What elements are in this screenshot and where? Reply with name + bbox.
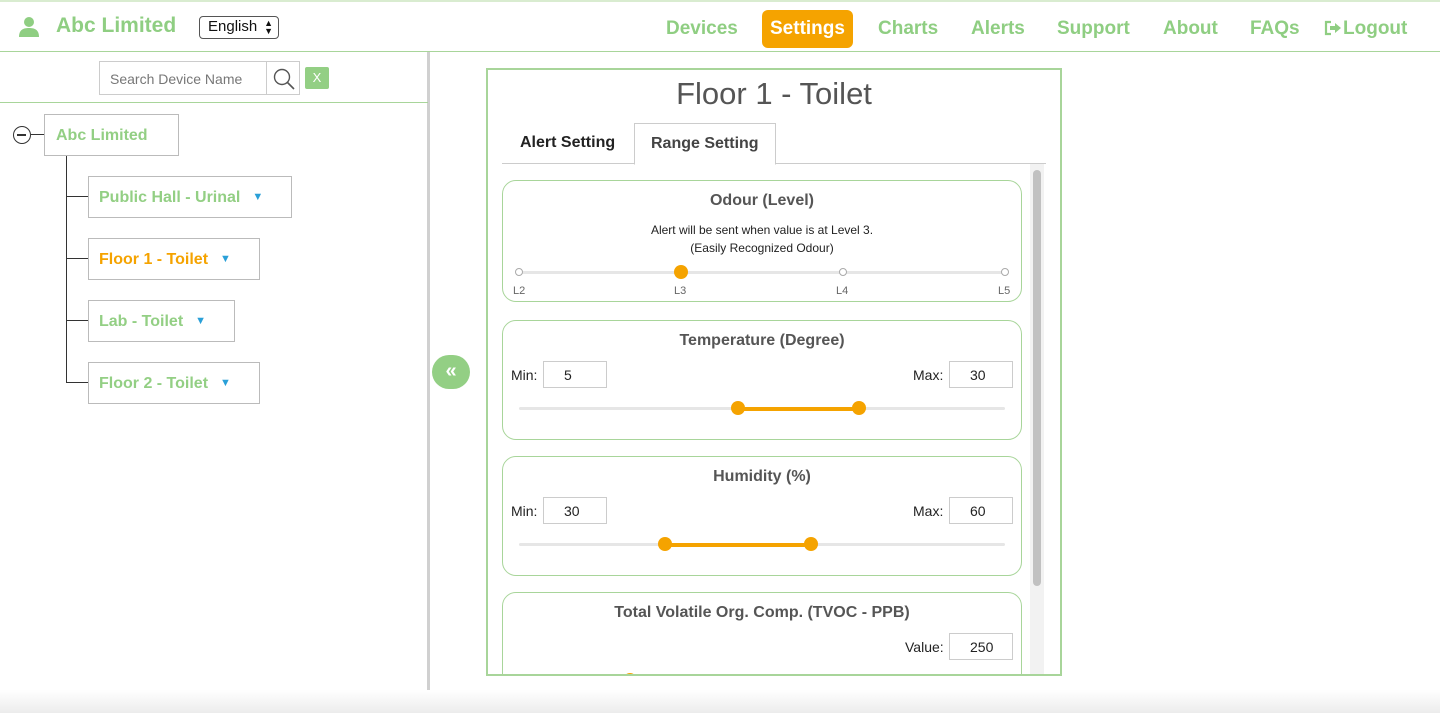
humidity-range-fill	[665, 543, 811, 547]
search-icon	[273, 68, 295, 90]
caret-down-icon[interactable]: ▼	[220, 377, 231, 389]
humidity-card: Humidity (%) Min: 30 Max: 60	[502, 456, 1022, 576]
tvoc-value-input[interactable]: 250	[949, 633, 1013, 660]
tree-node-public-hall-urinal[interactable]: Public Hall - Urinal ▼	[88, 176, 292, 218]
humidity-max-input[interactable]: 60	[949, 497, 1013, 524]
tree-connector	[66, 258, 88, 259]
odour-level-label: L5	[998, 285, 1011, 297]
divider	[0, 102, 428, 103]
logout-icon	[1324, 20, 1341, 36]
language-value: English	[208, 18, 258, 35]
temperature-min-knob[interactable]	[731, 401, 745, 415]
tree-node-label: Floor 1 - Toilet	[99, 251, 209, 268]
odour-level-label: L4	[836, 285, 849, 297]
humidity-max-knob[interactable]	[804, 537, 818, 551]
nav-support[interactable]: Support	[1049, 10, 1138, 48]
temperature-min-input[interactable]: 5	[543, 361, 607, 388]
top-navbar: Abc Limited English ▲ ▼ Devices Settings …	[0, 0, 1440, 52]
temperature-max-knob[interactable]	[852, 401, 866, 415]
odour-step-l5[interactable]	[1001, 268, 1009, 276]
tree-node-lab-toilet[interactable]: Lab - Toilet ▼	[88, 300, 235, 342]
tree-connector	[66, 320, 88, 321]
logout-label: Logout	[1343, 18, 1408, 39]
humidity-max-label: Max:	[913, 503, 944, 519]
temperature-range-fill	[738, 407, 859, 411]
device-settings-panel: Floor 1 - Toilet Alert Setting Range Set…	[486, 68, 1062, 676]
tree-root-node[interactable]: Abc Limited	[44, 114, 179, 156]
caret-down-icon[interactable]: ▼	[252, 191, 263, 203]
caret-down-icon[interactable]: ▼	[195, 315, 206, 327]
select-arrows-icon: ▲ ▼	[264, 18, 273, 36]
odour-note-line2: (Easily Recognized Odour)	[690, 241, 834, 255]
tvoc-slider-knob[interactable]	[623, 673, 637, 674]
user-icon	[19, 17, 39, 37]
tree-node-floor-1-toilet[interactable]: Floor 1 - Toilet ▼	[88, 238, 260, 280]
page-bottom-shadow	[0, 690, 1440, 713]
settings-scroll-area[interactable]: Odour (Level) Alert will be sent when va…	[502, 164, 1046, 674]
tree-connector	[66, 156, 67, 383]
tab-alert-setting[interactable]: Alert Setting	[504, 123, 631, 165]
tree-node-label: Public Hall - Urinal	[99, 189, 241, 206]
odour-step-l2[interactable]	[515, 268, 523, 276]
odour-level-label: L3	[674, 285, 687, 297]
tree-node-label: Floor 2 - Toilet	[99, 375, 209, 392]
nav-logout[interactable]: Logout	[1316, 10, 1415, 48]
humidity-min-input[interactable]: 30	[543, 497, 607, 524]
tvoc-value-label: Value:	[905, 639, 944, 655]
humidity-min-label: Min:	[511, 503, 538, 519]
brand-name: Abc Limited	[56, 14, 177, 37]
clear-search-button[interactable]: X	[305, 67, 329, 89]
nav-devices[interactable]: Devices	[658, 10, 746, 48]
odour-card: Odour (Level) Alert will be sent when va…	[502, 180, 1022, 302]
collapse-sidebar-button[interactable]: «	[432, 355, 470, 389]
tvoc-card: Total Volatile Org. Comp. (TVOC - PPB) V…	[502, 592, 1022, 674]
nav-about[interactable]: About	[1155, 10, 1226, 48]
tree-connector	[66, 196, 88, 197]
odour-level-label: L2	[513, 285, 526, 297]
nav-alerts[interactable]: Alerts	[963, 10, 1033, 48]
odour-note-line1: Alert will be sent when value is at Leve…	[650, 223, 874, 237]
device-sidebar: Search Device Name X Abc Limited Public …	[0, 52, 430, 713]
odour-slider-track[interactable]	[519, 271, 1005, 274]
tvoc-title: Total Volatile Org. Comp. (TVOC - PPB)	[614, 604, 910, 621]
search-button[interactable]	[266, 61, 300, 95]
panel-title: Floor 1 - Toilet	[676, 76, 872, 111]
search-input[interactable]: Search Device Name	[99, 61, 267, 95]
odour-title: Odour (Level)	[709, 192, 814, 209]
humidity-min-knob[interactable]	[658, 537, 672, 551]
scrollbar-thumb[interactable]	[1033, 170, 1041, 586]
tree-connector	[31, 134, 45, 135]
temperature-min-label: Min:	[511, 367, 538, 383]
temperature-title: Temperature (Degree)	[679, 332, 845, 349]
caret-down-icon[interactable]: ▼	[220, 253, 231, 265]
nav-settings[interactable]: Settings	[762, 10, 853, 48]
humidity-title: Humidity (%)	[713, 468, 811, 485]
odour-slider-knob[interactable]	[674, 265, 688, 279]
nav-faqs[interactable]: FAQs	[1242, 10, 1308, 48]
odour-step-l4[interactable]	[839, 268, 847, 276]
nav-charts[interactable]: Charts	[870, 10, 946, 48]
tree-node-floor-2-toilet[interactable]: Floor 2 - Toilet ▼	[88, 362, 260, 404]
temperature-card: Temperature (Degree) Min: 5 Max: 30	[502, 320, 1022, 440]
tree-collapse-icon[interactable]	[13, 126, 31, 144]
tree-node-label: Lab - Toilet	[99, 313, 184, 330]
tree-connector	[66, 382, 88, 383]
temperature-max-label: Max:	[913, 367, 944, 383]
temperature-max-input[interactable]: 30	[949, 361, 1013, 388]
language-select[interactable]: English ▲ ▼	[199, 16, 279, 39]
tab-range-setting[interactable]: Range Setting	[634, 123, 776, 165]
